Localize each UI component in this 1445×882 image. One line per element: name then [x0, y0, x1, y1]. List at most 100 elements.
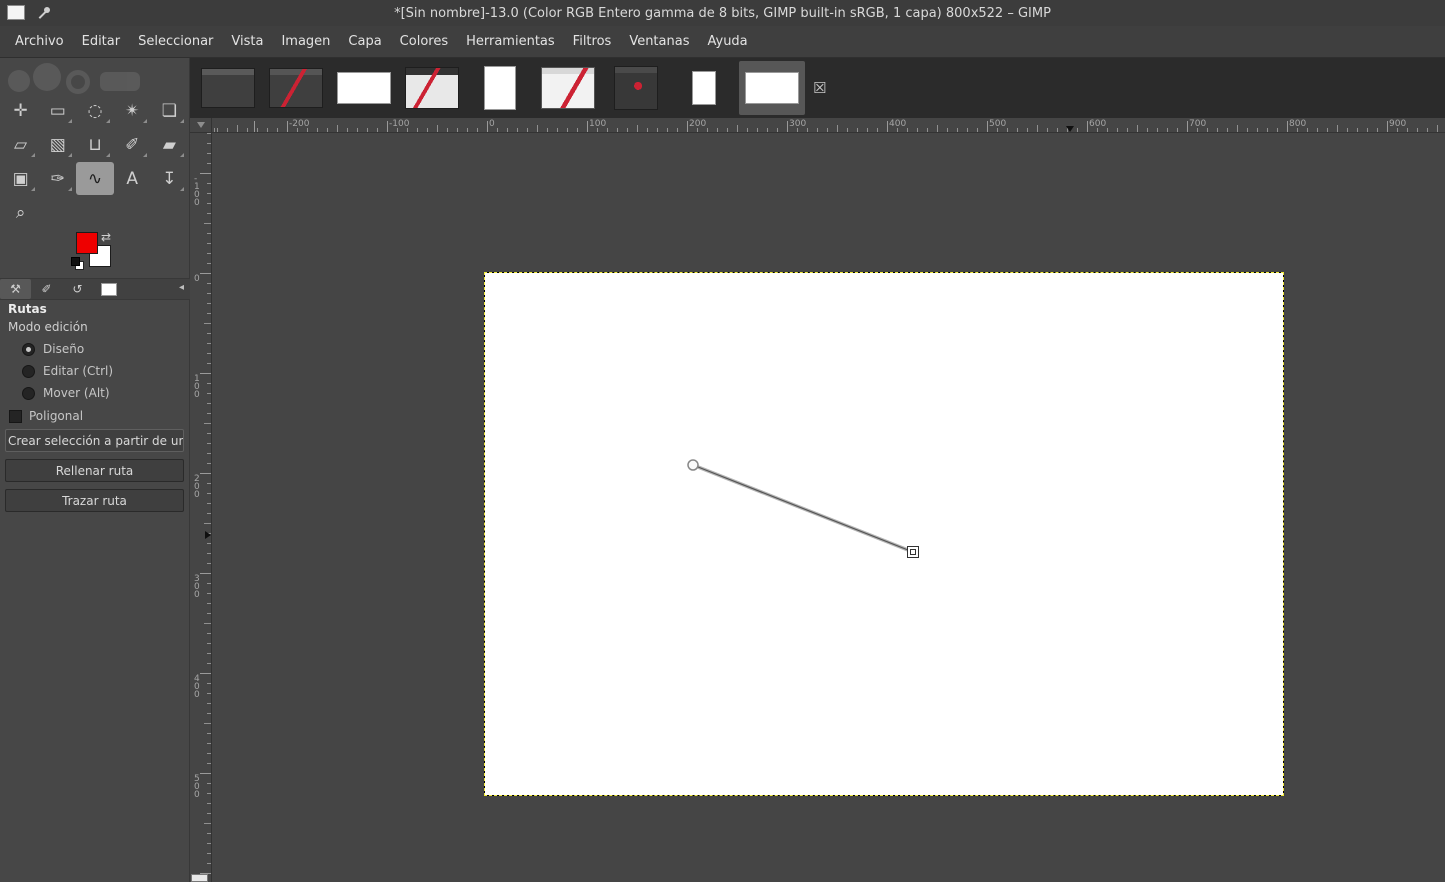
image-tab-4[interactable]	[399, 61, 465, 115]
button-trazar-ruta[interactable]: Trazar ruta	[5, 489, 184, 512]
tool-paths-icon[interactable]: ∿	[76, 162, 114, 195]
tool-warp-transform-icon[interactable]: ▧	[39, 128, 76, 161]
image-thumbnail	[614, 66, 658, 110]
pin-icon[interactable]	[37, 6, 51, 20]
radio-label: Editar (Ctrl)	[43, 364, 114, 378]
tab-undo-history[interactable]: ↺	[62, 279, 93, 299]
ruler-label: 2 0 0	[194, 474, 200, 500]
ruler-label: -200	[289, 119, 310, 129]
tool-zoom-icon[interactable]: ⌕	[2, 196, 39, 229]
quick-mask-toggle[interactable]	[191, 874, 208, 882]
toolbox-panel: ✛ ▭ ◌ ✴ ❏ ▱ ▧ ⊔ ✐ ▰ ▣ ✑ ∿ A ↧ ⌕ ⇄ ⚒ ✐ ↺ ◂ Rutas Modo edic…	[0, 58, 190, 882]
ruler-label: 0	[194, 274, 200, 284]
tool-ink-icon[interactable]: ✑	[39, 162, 76, 195]
ruler-label: - 1 0 0	[194, 174, 200, 208]
image-tab-5[interactable]	[467, 61, 533, 115]
button-crear-seleccion-a-partir-de-una-ru[interactable]: Crear selección a partir de una ru	[5, 429, 184, 452]
tool-grid: ✛ ▭ ◌ ✴ ❏ ▱ ▧ ⊔ ✐ ▰ ▣ ✑ ∿ A ↧ ⌕	[2, 94, 188, 229]
menu-seleccionar[interactable]: Seleccionar	[129, 29, 222, 54]
radio-editar-ctrl[interactable]: Editar (Ctrl)	[0, 360, 190, 382]
button-rellenar-ruta[interactable]: Rellenar ruta	[5, 459, 184, 482]
titlebar-icons	[7, 5, 51, 20]
tool-free-select-icon[interactable]: ◌	[76, 94, 113, 127]
path-segment-inner	[692, 464, 914, 553]
image-thumbnail	[405, 67, 459, 109]
image-tab-6[interactable]	[535, 61, 601, 115]
image-tabs	[195, 58, 805, 118]
image-tab-1[interactable]	[195, 61, 261, 115]
image-tab-9[interactable]	[739, 61, 805, 115]
ruler-label: 4 0 0	[194, 674, 200, 700]
tool-color-picker-icon[interactable]: ↧	[151, 162, 188, 195]
menu-imagen[interactable]: Imagen	[272, 29, 339, 54]
image-tab-7[interactable]	[603, 61, 669, 115]
canvas-area	[212, 133, 1445, 882]
close-image-icon[interactable]: ☒	[813, 79, 826, 97]
tool-clone-icon[interactable]: ▣	[2, 162, 39, 195]
horizontal-ruler[interactable]: -200 -100 0 100 200 300 400 500 600 700 800 900	[212, 118, 1445, 133]
menu-colores[interactable]: Colores	[391, 29, 457, 54]
dock-menu-icon[interactable]: ◂	[179, 282, 184, 293]
ruler-corner-button[interactable]	[190, 118, 212, 133]
menu-filtros[interactable]: Filtros	[564, 29, 621, 54]
path-anchor-end	[907, 546, 919, 558]
tool-bucket-fill-icon[interactable]: ⊔	[76, 128, 113, 161]
menu-archivo[interactable]: Archivo	[6, 29, 73, 54]
image-tab-8[interactable]	[671, 61, 737, 115]
menu-capa[interactable]: Capa	[339, 29, 390, 54]
ruler-label: 400	[889, 119, 907, 129]
ruler-label: 900	[1389, 119, 1407, 129]
ruler-label: -100	[389, 119, 410, 129]
ruler-label: 800	[1289, 119, 1307, 129]
menubar: Archivo Editar Seleccionar Vista Imagen Capa C…	[0, 26, 1445, 58]
gimp-wilber-watermark	[6, 61, 156, 95]
radio-mover-alt[interactable]: Mover (Alt)	[0, 382, 190, 404]
pointer-marker-vertical	[205, 531, 211, 539]
ruler-label: 5 0 0	[194, 774, 200, 800]
edit-mode-label: Modo edición	[8, 320, 88, 334]
ruler-label: 0	[489, 119, 495, 129]
panel-title: Rutas	[8, 302, 47, 316]
tool-transform-icon[interactable]: ▱	[2, 128, 39, 161]
path-overlay	[687, 459, 919, 558]
swap-colors-icon[interactable]: ⇄	[101, 230, 111, 244]
ruler-label: 200	[689, 119, 707, 129]
default-colors-icon[interactable]	[71, 257, 84, 270]
tool-paintbrush-icon[interactable]: ✐	[114, 128, 151, 161]
foreground-color-swatch[interactable]	[76, 232, 98, 254]
image-tab-3[interactable]	[331, 61, 397, 115]
menu-editar[interactable]: Editar	[73, 29, 130, 54]
tool-move-icon[interactable]: ✛	[2, 94, 39, 127]
tab-tool-options[interactable]: ⚒	[0, 279, 31, 299]
tool-fuzzy-select-icon[interactable]: ✴	[114, 94, 151, 127]
image-thumbnail	[337, 72, 391, 104]
radio-diseno[interactable]: Diseño	[0, 338, 190, 360]
radio-label: Diseño	[43, 342, 85, 356]
v-ruler-ticks	[200, 133, 211, 882]
ruler-label: 500	[989, 119, 1007, 129]
tab-image-thumbnail[interactable]	[93, 279, 124, 299]
window-title: *[Sin nombre]-13.0 (Color RGB Entero gam…	[394, 5, 1051, 21]
radio-dot	[22, 386, 35, 400]
tab-device-status[interactable]: ✐	[31, 279, 62, 299]
tool-rectangle-select-icon[interactable]: ▭	[39, 94, 76, 127]
image-tabstrip: ☒	[190, 58, 1445, 118]
menu-ventanas[interactable]: Ventanas	[620, 29, 698, 54]
image-tab-2[interactable]	[263, 61, 329, 115]
radio-dot	[22, 342, 35, 356]
menu-herramientas[interactable]: Herramientas	[457, 29, 564, 54]
paths-buttons: Crear selección a partir de una ru Rellen…	[0, 429, 190, 519]
canvas[interactable]	[485, 273, 1283, 795]
dock-tab-bar: ⚒ ✐ ↺	[0, 278, 190, 300]
path-anchor-start	[687, 459, 699, 471]
vertical-ruler[interactable]: - 1 0 001 0 02 0 03 0 04 0 05 0 06 0 0	[190, 133, 212, 882]
pointer-marker-horizontal	[1066, 126, 1074, 132]
menu-vista[interactable]: Vista	[222, 29, 272, 54]
tool-text-icon[interactable]: A	[114, 162, 151, 195]
checkbox-box[interactable]	[9, 409, 22, 423]
menu-ayuda[interactable]: Ayuda	[698, 29, 756, 54]
tool-crop-icon[interactable]: ❏	[151, 94, 188, 127]
polygonal-checkbox-row[interactable]: Poligonal	[9, 407, 83, 425]
tool-eraser-icon[interactable]: ▰	[151, 128, 188, 161]
image-thumbnail	[201, 68, 255, 108]
